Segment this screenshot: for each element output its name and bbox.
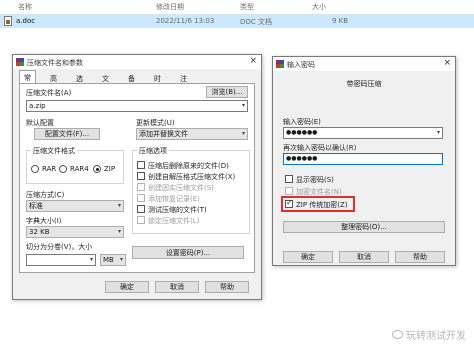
archive-params-dialog: 压缩文件名和参数 × 常规 高级 选项 文件 备份 时间 注释 压缩文件名(A)… (12, 54, 262, 300)
column-size[interactable]: 大小 (312, 2, 326, 12)
column-header-row: 名称 修改日期 类型 大小 (0, 0, 474, 12)
file-size: 9 KB (332, 17, 349, 25)
reenter-password-label: 再次输入密码以确认(R) (283, 144, 357, 152)
dict-size-select[interactable]: 32 KB ▾ (26, 226, 124, 238)
column-type[interactable]: 类型 (240, 2, 254, 12)
browse-button[interactable]: 浏览(B)... (206, 86, 248, 98)
enter-password-label: 输入密码(E) (283, 118, 321, 126)
file-modified: 2022/11/6 13:03 (156, 17, 215, 25)
chevron-down-icon[interactable]: ▾ (90, 255, 93, 265)
column-name[interactable]: 名称 (18, 2, 32, 12)
archive-dialog-titlebar[interactable]: 压缩文件名和参数 × (13, 55, 261, 69)
chevron-down-icon[interactable]: ▾ (437, 128, 440, 138)
default-config-label: 默认配置 (26, 119, 54, 127)
chevron-down-icon: ▾ (241, 130, 245, 137)
options-group: 压缩选项 压缩后删除原来的文件(D) 创建自解压格式压缩文件(X) 创建固实压缩… (132, 146, 250, 234)
close-icon[interactable]: × (443, 58, 451, 68)
doc-file-icon (4, 16, 12, 26)
help-button[interactable]: 帮助 (395, 251, 445, 263)
password-dialog-titlebar[interactable]: 输入密码 × (273, 57, 455, 71)
tab-backup[interactable]: 备份 (123, 71, 140, 93)
file-row[interactable]: a.doc 2022/11/6 13:03 DOC 文档 9 KB (0, 14, 474, 28)
set-password-button[interactable]: 设置密码(P)... (132, 246, 244, 259)
solid-checkbox: 创建固实压缩文件(S) (137, 183, 247, 192)
file-name: a.doc (16, 17, 36, 25)
dict-size-label: 字典大小(I) (26, 217, 62, 225)
format-rar-radio[interactable]: RAR (31, 165, 59, 174)
watermark: 玩转测试开发 (392, 327, 466, 342)
delete-after-checkbox[interactable]: 压缩后删除原来的文件(D) (137, 161, 247, 170)
password-dialog-title: 输入密码 (287, 61, 315, 69)
watermark-text: 玩转测试开发 (406, 331, 466, 342)
password-dialog: 输入密码 × 带密码压缩 输入密码(E) ●●●●●● ▾ 再次输入密码以确认(… (272, 56, 456, 266)
sfx-checkbox[interactable]: 创建自解压格式压缩文件(X) (137, 172, 247, 181)
split-size-input[interactable]: ▾ (26, 254, 96, 266)
winrar-icon (16, 58, 24, 66)
column-modified[interactable]: 修改日期 (156, 2, 184, 12)
options-group-title: 压缩选项 (137, 146, 169, 156)
chevron-down-icon[interactable]: ▾ (242, 101, 245, 111)
format-group-title: 压缩文件格式 (31, 146, 77, 156)
method-select[interactable]: 标准 ▾ (26, 200, 124, 212)
method-label: 压缩方式(C) (26, 191, 65, 199)
cancel-button[interactable]: 取消 (339, 251, 389, 263)
password-heading: 带密码压缩 (346, 80, 382, 88)
format-zip-radio[interactable]: ZIP (93, 165, 121, 174)
tab-time[interactable]: 时间 (149, 71, 166, 93)
encrypt-names-checkbox: 加密文件名(N) (285, 187, 365, 196)
wechat-icon (392, 330, 403, 339)
update-mode-select[interactable]: 添加并替换文件 ▾ (136, 128, 248, 140)
help-button[interactable]: 帮助 (205, 281, 249, 293)
chevron-down-icon: ▾ (117, 202, 121, 209)
tab-comment[interactable]: 注释 (175, 71, 192, 93)
tab-files[interactable]: 文件 (97, 71, 114, 93)
reenter-password-input[interactable]: ●●●●●● (283, 153, 443, 165)
enter-password-input[interactable]: ●●●●●● ▾ (283, 127, 443, 139)
general-tab-panel: 压缩文件名(A) 浏览(B)... a.zip ▾ 默认配置 配置文件(F)..… (19, 83, 255, 273)
profiles-button[interactable]: 配置文件(F)... (34, 128, 100, 140)
test-files-checkbox[interactable]: 测试压缩的文件(T) (137, 205, 247, 214)
format-rar4-radio[interactable]: RAR4 (59, 165, 89, 174)
chevron-down-icon: ▾ (119, 256, 123, 263)
cancel-button[interactable]: 取消 (155, 281, 199, 293)
archive-name-label: 压缩文件名(A) (26, 89, 72, 97)
recovery-record-checkbox: 添加恢复记录(E) (137, 194, 247, 203)
tab-general[interactable]: 常规 (19, 70, 36, 92)
format-group: 压缩文件格式 RAR RAR4 ZIP (26, 146, 124, 184)
update-mode-label: 更新模式(U) (136, 119, 175, 127)
file-type: DOC 文档 (240, 18, 273, 26)
winrar-icon (276, 60, 284, 68)
archive-dialog-title: 压缩文件名和参数 (27, 59, 83, 67)
chevron-down-icon: ▾ (117, 228, 121, 235)
organize-passwords-button[interactable]: 整理密码(O)... (283, 221, 445, 233)
lock-archive-checkbox: 锁定压缩文件(L) (137, 216, 247, 225)
tab-advanced[interactable]: 高级 (45, 71, 62, 93)
archive-name-input[interactable]: a.zip ▾ (26, 100, 248, 112)
tab-options[interactable]: 选项 (71, 71, 88, 93)
close-icon[interactable]: × (249, 56, 257, 66)
highlight-box (281, 196, 355, 212)
file-explorer-list: 名称 修改日期 类型 大小 a.doc 2022/11/6 13:03 DOC … (0, 0, 474, 30)
show-password-checkbox[interactable]: 显示密码(S) (285, 175, 365, 184)
split-volume-label: 切分为分卷(V)，大小 (26, 243, 93, 251)
ok-button[interactable]: 确定 (105, 281, 149, 293)
ok-button[interactable]: 确定 (283, 251, 333, 263)
split-unit-select[interactable]: MB ▾ (100, 254, 126, 266)
